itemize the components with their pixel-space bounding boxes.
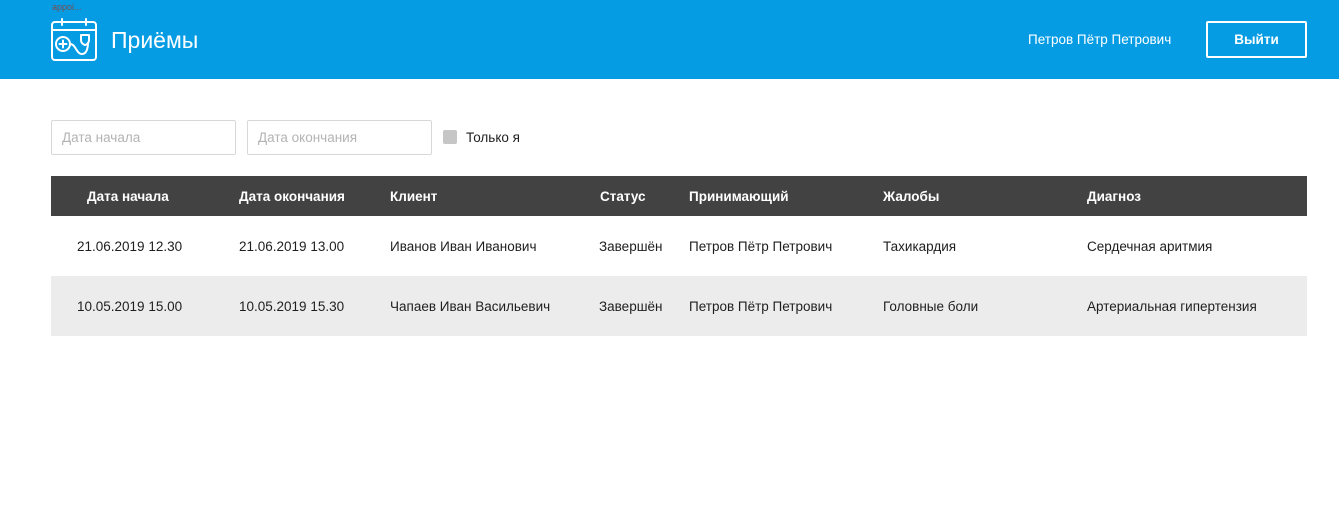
cell-client: Иванов Иван Иванович	[390, 238, 537, 254]
start-date-input[interactable]	[51, 120, 236, 155]
column-header-client[interactable]: Клиент	[390, 176, 437, 216]
cell-complaints: Тахикардия	[883, 238, 957, 254]
cell-status: Завершён	[599, 298, 663, 314]
column-header-complaints[interactable]: Жалобы	[883, 176, 939, 216]
only-me-checkbox[interactable]	[443, 130, 457, 144]
cell-diagnosis: Артериальная гипертензия	[1087, 298, 1257, 314]
end-date-input[interactable]	[247, 120, 432, 155]
cell-complaints: Головные боли	[883, 298, 979, 314]
cell-end-date: 10.05.2019 15.30	[239, 298, 345, 314]
appointments-table: Дата начала Дата окончания Клиент Статус…	[51, 176, 1307, 336]
only-me-label: Только я	[466, 130, 520, 145]
page-title: Приёмы	[111, 27, 199, 53]
app-header: appoi... Приёмы Петров Пётр Петрович Вый…	[0, 0, 1339, 79]
cell-doctor: Петров Пётр Петрович	[689, 238, 833, 254]
cell-diagnosis: Сердечная аритмия	[1087, 238, 1213, 254]
column-header-status[interactable]: Статус	[600, 176, 646, 216]
calendar-stethoscope-icon	[50, 17, 98, 62]
column-header-doctor[interactable]: Принимающий	[689, 176, 789, 216]
column-header-diagnosis[interactable]: Диагноз	[1087, 176, 1141, 216]
column-header-end-date[interactable]: Дата окончания	[239, 176, 345, 216]
cell-client: Чапаев Иван Васильевич	[390, 298, 551, 314]
cell-end-date: 21.06.2019 13.00	[239, 238, 345, 254]
cell-status: Завершён	[599, 238, 663, 254]
cell-doctor: Петров Пётр Петрович	[689, 298, 833, 314]
table-row[interactable]: 21.06.2019 12.30 21.06.2019 13.00 Иванов…	[51, 216, 1307, 276]
table-row[interactable]: 10.05.2019 15.00 10.05.2019 15.30 Чапаев…	[51, 276, 1307, 336]
current-user-name: Петров Пётр Петрович	[1028, 32, 1172, 47]
app-caption: appoi...	[52, 2, 82, 12]
cell-start-date: 21.06.2019 12.30	[77, 238, 183, 254]
logout-button[interactable]: Выйти	[1206, 21, 1307, 58]
cell-start-date: 10.05.2019 15.00	[77, 298, 183, 314]
column-header-start-date[interactable]: Дата начала	[87, 176, 169, 216]
table-header: Дата начала Дата окончания Клиент Статус…	[51, 176, 1307, 216]
